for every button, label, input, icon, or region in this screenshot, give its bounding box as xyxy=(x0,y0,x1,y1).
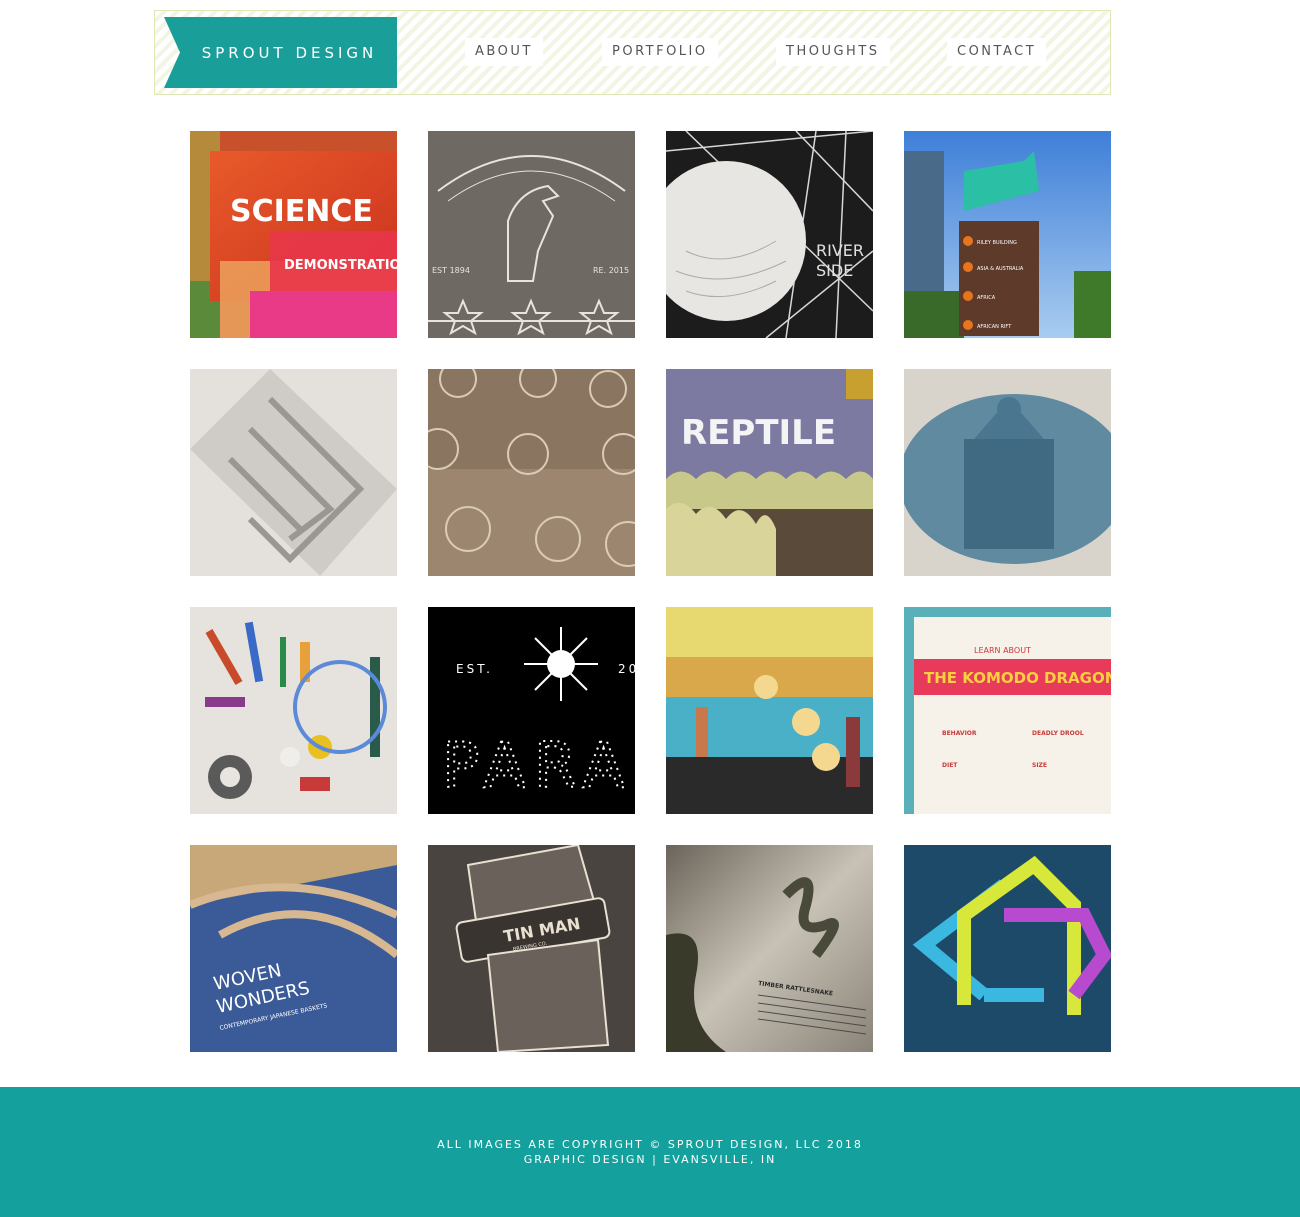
tile-text: RILEY BUILDING xyxy=(977,240,1017,246)
portfolio-tile-eagle-emblem[interactable]: EST 1894 RE. 2015 xyxy=(428,131,635,338)
tile-text: AFRICA xyxy=(977,295,996,301)
komodo-dragon-panel-photo: LEARN ABOUT THE KOMODO DRAGON BEHAVIOR D… xyxy=(904,607,1111,814)
tile-text: LEARN ABOUT xyxy=(974,646,1031,655)
nav-portfolio-link[interactable]: PORTFOLIO xyxy=(602,38,718,66)
tile-text: SCIENCE xyxy=(230,194,373,229)
courthouse-print-photo xyxy=(904,369,1111,576)
portfolio-tile-courthouse-print[interactable] xyxy=(904,369,1111,576)
portfolio-tile-woven-wonders[interactable]: WOVEN WONDERS CONTEMPORARY JAPANESE BASK… xyxy=(190,845,397,1052)
portfolio-grid: SCIENCE DEMONSTRATION ARE EST 1894 RE. 2… xyxy=(190,131,1111,1052)
stamped-paper-bags-photo xyxy=(428,369,635,576)
tile-text: PARA xyxy=(442,729,633,802)
portfolio-tile-stamped-bags[interactable] xyxy=(428,369,635,576)
tile-text: EST. xyxy=(456,662,493,676)
typography-map-photo: RIVER SIDE xyxy=(666,131,873,338)
portfolio-tile-metal-logo[interactable] xyxy=(190,369,397,576)
tile-text: DEADLY DROOL xyxy=(1032,730,1084,737)
tile-text: RE. 2015 xyxy=(593,266,629,275)
portfolio-tile-art-supplies[interactable] xyxy=(190,607,397,814)
portfolio-tile-tin-man[interactable]: TIN MAN BREWING CO. xyxy=(428,845,635,1052)
tile-text: REPTILE xyxy=(681,413,836,453)
para-logo-photo: EST. 20 PARA xyxy=(428,607,635,814)
tile-text: EST 1894 xyxy=(432,266,470,275)
woven-wonders-photo: WOVEN WONDERS CONTEMPORARY JAPANESE BASK… xyxy=(190,845,397,1052)
footer-tagline: GRAPHIC DESIGN | EVANSVILLE, IN xyxy=(523,1153,777,1166)
tile-text: SIZE xyxy=(1032,762,1047,769)
tile-text: ASIA & AUSTRALIA xyxy=(977,266,1024,272)
portfolio-tile-mural[interactable] xyxy=(666,607,873,814)
main-nav: ABOUT PORTFOLIO THOUGHTS CONTACT xyxy=(0,38,1300,66)
portfolio-tile-house-logo[interactable] xyxy=(904,845,1111,1052)
art-supplies-photo xyxy=(190,607,397,814)
footer-copyright: ALL IMAGES ARE COPYRIGHT © SPROUT DESIGN… xyxy=(437,1138,863,1151)
illustrated-mural-photo xyxy=(666,607,873,814)
portfolio-tile-typography-map[interactable]: RIVER SIDE xyxy=(666,131,873,338)
portfolio-tile-para-logo[interactable]: EST. 20 PARA xyxy=(428,607,635,814)
site-footer: ALL IMAGES ARE COPYRIGHT © SPROUT DESIGN… xyxy=(0,1087,1300,1217)
eagle-emblem-photo: EST 1894 RE. 2015 xyxy=(428,131,635,338)
metal-logo-sign-photo xyxy=(190,369,397,576)
nav-thoughts-link[interactable]: THOUGHTS xyxy=(776,38,890,66)
tile-text: SIDE xyxy=(816,261,853,280)
rattlesnake-panel-photo: TIMBER RATTLESNAKE xyxy=(666,845,873,1052)
portfolio-tile-rattlesnake[interactable]: TIMBER RATTLESNAKE xyxy=(666,845,873,1052)
tile-text: AFRICAN RIFT xyxy=(977,324,1012,330)
tile-text: RIVER xyxy=(816,241,864,260)
portfolio-tile-zoo-wayfinding[interactable]: RILEY BUILDING ASIA & AUSTRALIA AFRICA A… xyxy=(904,131,1111,338)
zoo-wayfinding-sign-photo: RILEY BUILDING ASIA & AUSTRALIA AFRICA A… xyxy=(904,131,1111,338)
tile-text: DEMONSTRATION ARE xyxy=(284,258,397,273)
tile-text: 20 xyxy=(618,662,635,676)
nav-about-link[interactable]: ABOUT xyxy=(465,38,543,66)
portfolio-tile-science-sign[interactable]: SCIENCE DEMONSTRATION ARE xyxy=(190,131,397,338)
nav-contact-link[interactable]: CONTACT xyxy=(947,38,1047,66)
science-sign-photo: SCIENCE DEMONSTRATION ARE xyxy=(190,131,397,338)
reptile-sign-photo: REPTILE xyxy=(666,369,873,576)
house-logo-photo xyxy=(904,845,1111,1052)
portfolio-tile-komodo-panel[interactable]: LEARN ABOUT THE KOMODO DRAGON BEHAVIOR D… xyxy=(904,607,1111,814)
portfolio-tile-reptile-sign[interactable]: REPTILE xyxy=(666,369,873,576)
tile-text: BEHAVIOR xyxy=(942,730,977,737)
tile-text: DIET xyxy=(942,762,958,769)
tile-text: THE KOMODO DRAGON xyxy=(924,669,1111,687)
tin-man-shirt-photo: TIN MAN BREWING CO. xyxy=(428,845,635,1052)
